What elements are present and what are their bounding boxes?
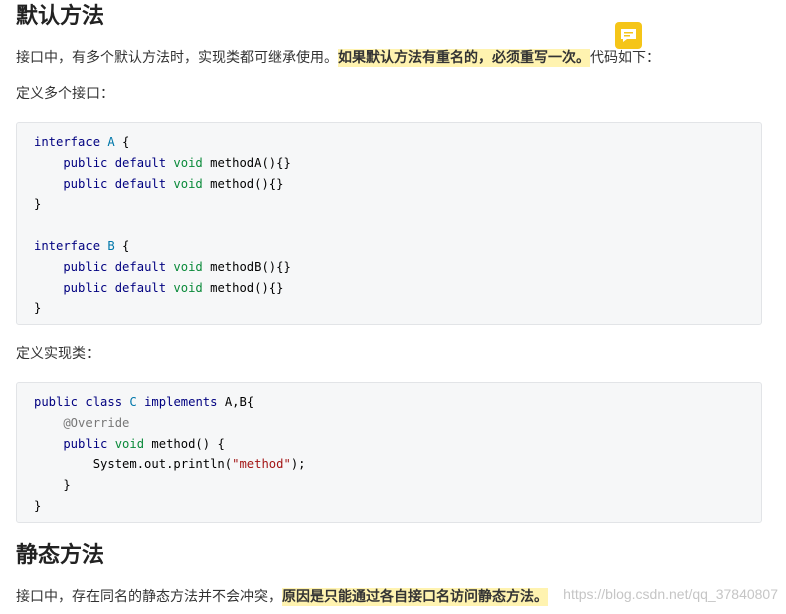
code-line: public default void methodB(){}: [34, 257, 291, 278]
code-token: A,B{: [224, 395, 255, 409]
code-token: methodB(){}: [210, 259, 291, 274]
code-line: @Override: [34, 413, 129, 434]
code-token: void: [173, 259, 211, 274]
paragraph-text: 接口中，有多个默认方法时，实现类都可继承使用。: [16, 50, 338, 66]
code-line: }: [34, 194, 41, 215]
code-token: void: [173, 280, 211, 295]
code-token: public: [34, 176, 115, 191]
code-token: C: [129, 395, 145, 409]
code-token: implements: [144, 395, 225, 409]
code-token: void: [173, 155, 211, 170]
paragraph-text: 接口中，存在同名的静态方法并不会冲突，: [16, 589, 282, 605]
code-token: }: [34, 478, 71, 493]
code-token: A: [107, 135, 115, 149]
code-token: default: [114, 155, 174, 170]
code-token: default: [114, 176, 174, 191]
code-line: public default void method(){}: [34, 174, 283, 195]
paragraph-default-methods: 接口中，有多个默认方法时，实现类都可继承使用。如果默认方法有重名的，必须重写一次…: [16, 48, 660, 68]
comment-icon[interactable]: [615, 22, 642, 49]
code-line: public class C implements A,B{: [34, 392, 254, 413]
code-token: {: [114, 239, 130, 253]
speech-bubble-icon: [621, 29, 636, 42]
code-line: public default void methodA(){}: [34, 153, 291, 174]
code-token: B: [107, 239, 115, 253]
code-token: @Override: [34, 415, 130, 430]
paragraph-static-methods: 接口中，存在同名的静态方法并不会冲突，原因是只能通过各自接口名访问静态方法。: [16, 587, 548, 607]
code-token: "method": [232, 457, 291, 472]
code-token: public: [34, 395, 86, 409]
code-token: method(){}: [210, 176, 284, 191]
code-token: default: [114, 259, 174, 274]
code-token: }: [34, 499, 42, 513]
code-line: System.out.println("method");: [34, 454, 306, 475]
code-token: }: [34, 301, 42, 316]
code-token: interface: [34, 239, 108, 253]
section-title-static-methods: 静态方法: [16, 543, 105, 568]
code-token: class: [85, 395, 130, 409]
code-token: public: [34, 280, 115, 295]
code-line: }: [34, 475, 71, 496]
highlighted-text[interactable]: 如果默认方法有重名的，必须重写一次。: [338, 49, 590, 67]
code-line: public void method() {: [34, 434, 225, 455]
code-token: void: [173, 176, 211, 191]
code-token: public: [34, 436, 115, 451]
code-line: }: [34, 298, 41, 319]
label-define-interfaces: 定义多个接口：: [16, 86, 114, 102]
code-token: interface: [34, 135, 108, 149]
code-block-impl: public class C implements A,B{ @Override…: [16, 382, 762, 523]
code-token: method(){}: [210, 280, 284, 295]
code-token: public: [34, 259, 115, 274]
label-define-impl: 定义实现类：: [16, 346, 100, 362]
highlighted-text[interactable]: 原因是只能通过各自接口名访问静态方法。: [282, 588, 548, 606]
code-line: public default void method(){}: [34, 278, 283, 299]
section-title-default-methods: 默认方法: [16, 4, 105, 29]
code-token: {: [114, 135, 130, 149]
code-token: methodA(){}: [210, 155, 291, 170]
code-line: }: [34, 496, 41, 517]
watermark: https://blog.csdn.net/qq_37840807: [563, 586, 778, 602]
code-line: interface B {: [34, 236, 129, 257]
code-line: interface A {: [34, 132, 129, 153]
code-token: default: [114, 280, 174, 295]
paragraph-tail: 代码如下：: [590, 50, 660, 66]
code-token: );: [290, 457, 306, 472]
code-token: System.out.println(: [34, 457, 233, 472]
code-block-interfaces: interface A { public default void method…: [16, 122, 762, 325]
code-token: method() {: [151, 436, 225, 451]
code-token: public: [34, 155, 115, 170]
code-token: void: [114, 436, 152, 451]
code-token: }: [34, 197, 42, 212]
